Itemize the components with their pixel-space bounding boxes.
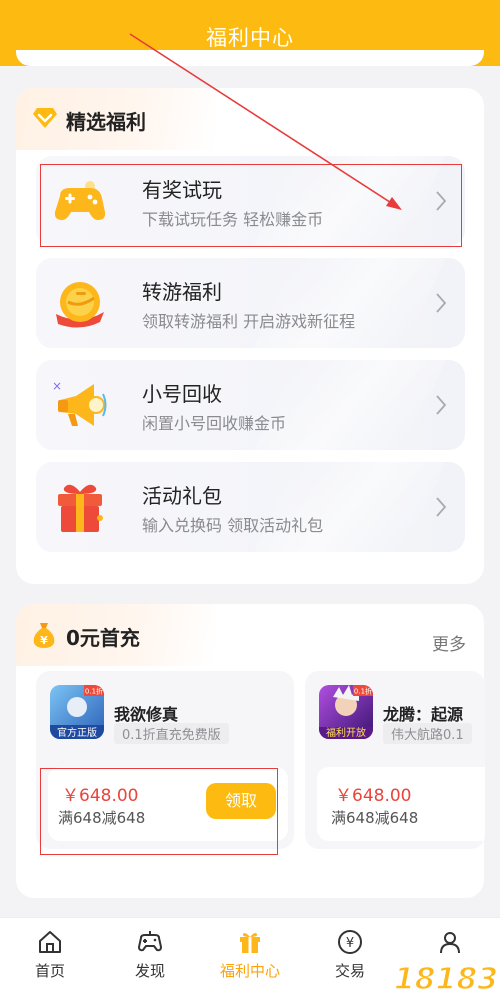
coupon-price: ￥648.00 [335,786,412,806]
chevron-right-icon [436,293,447,313]
welfare-item-desc: 下载试玩任务 轻松赚金币 [142,210,324,229]
chevron-right-icon [436,497,447,517]
welfare-item-gift-pack[interactable]: 活动礼包 输入兑换码 领取活动礼包 [36,462,465,552]
nav-item-trade[interactable]: ¥ 交易 [310,928,390,981]
discount-badge: 0.1折 [85,687,103,696]
game-name: 我欲修真 [114,705,179,724]
yen-coin-icon: ¥ [338,930,362,954]
annotation-box-coupon [40,768,278,855]
welfare-item-name: 活动礼包 [142,484,222,508]
first-charge-title: 0元首充 [66,626,140,650]
megaphone-icon: × [52,379,107,426]
watermark-text: 18183 [394,962,498,997]
nav-item-discover[interactable]: 发现 [110,928,190,981]
game-cover-image: 官方正版 0.1折 [50,685,104,739]
gamepad-icon [54,181,106,220]
coupon: ￥648.00 满648减648 [317,767,485,841]
game-cover-text: 福利开放 [326,726,366,739]
nav-label: 福利中心 [219,962,280,980]
gift-box-icon [58,484,103,532]
coin-icon [56,282,104,328]
gamepad-nav-icon [138,931,162,952]
more-link[interactable]: 更多 [432,630,466,655]
welfare-item-name: 转游福利 [142,280,222,304]
welfare-item-desc: 领取转游福利 开启游戏新征程 [142,312,356,331]
money-bag-icon: ¥ [33,623,55,648]
nav-label: 交易 [334,962,365,980]
chevron-right-icon [436,191,447,211]
featured-welfare-card: 精选福利 有奖试玩 下载试玩任务 轻松赚金币 转游福利 领取转游福利 开启游戏新… [16,88,484,584]
welfare-item-name: 有奖试玩 [142,178,222,202]
nav-item-home[interactable]: 首页 [10,928,90,981]
game-cover-image: 福利开放 0.1折 [319,685,373,739]
welfare-item-name: 小号回收 [142,382,222,406]
welfare-item-trial-play[interactable]: 有奖试玩 下载试玩任务 轻松赚金币 [36,156,465,246]
home-icon [39,931,61,953]
discount-badge: 0.1折 [354,687,372,696]
nav-label: 首页 [34,962,65,980]
game-name: 龙腾：起源 [383,705,464,724]
chevron-right-icon [436,395,447,415]
svg-text:×: × [52,379,62,393]
welfare-item-desc: 输入兑换码 领取活动礼包 [142,516,324,535]
game-tag: 0.1折直充免费版 [114,723,229,744]
top-sheet-edge [16,50,484,66]
top-bar: 福利中心 [0,0,500,66]
page-title: 福利中心 [206,26,294,50]
welfare-item-desc: 闲置小号回收赚金币 [142,414,287,433]
featured-welfare-title: 精选福利 [66,110,146,134]
coupon-condition: 满648减648 [331,809,419,827]
nav-label: 发现 [134,962,165,980]
game-card-longteng[interactable]: 福利开放 0.1折 龙腾：起源 伟大航路0.1 ￥648.00 满648减648 [305,671,485,849]
site-watermark-logo: 18183 [393,961,499,998]
svg-text:¥: ¥ [346,936,354,951]
gift-nav-icon [240,933,260,953]
svg-text:¥: ¥ [40,634,48,647]
welfare-item-account-recycle[interactable]: × 小号回收 闲置小号回收赚金币 [36,360,465,450]
diamond-icon [33,108,57,128]
game-cover-text: 官方正版 [57,726,97,739]
game-tag: 伟大航路0.1 [383,723,472,744]
welfare-item-transfer-game[interactable]: 转游福利 领取转游福利 开启游戏新征程 [36,258,465,348]
nav-item-welfare-center[interactable]: 福利中心 [210,928,290,981]
